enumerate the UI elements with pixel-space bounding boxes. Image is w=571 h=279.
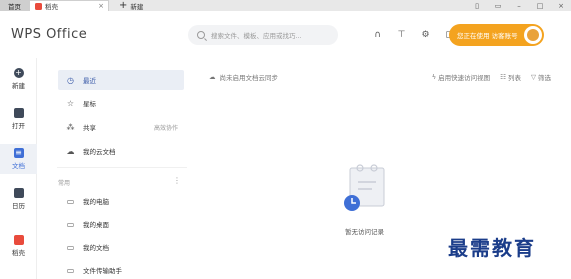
list-icon: ☷ xyxy=(500,73,506,81)
sidebar-item-cloud[interactable]: ☁ 我的云文档 xyxy=(58,141,184,161)
tab-home-label: 首页 xyxy=(8,2,21,11)
avatar xyxy=(524,26,542,44)
watermark-text: 最需教育 xyxy=(448,236,536,260)
rail-item-new[interactable]: + 新建 xyxy=(0,68,37,92)
rail-label: 稻壳 xyxy=(12,249,25,257)
cloud-sync-icon: ☁ xyxy=(209,73,216,81)
layout-icon[interactable]: ▯ xyxy=(473,2,481,10)
tab-docer-label: 稻壳 xyxy=(45,3,58,11)
rail-item-open[interactable]: 打开 xyxy=(0,108,37,132)
shirt-icon[interactable]: ⊤ xyxy=(396,30,407,40)
filter-button[interactable]: ▽ 筛选 xyxy=(531,72,551,82)
sidebar-item-label: 最近 xyxy=(83,77,96,85)
empty-state-text: 暂无访问记录 xyxy=(345,228,384,236)
docer-icon xyxy=(13,235,24,245)
cloud-icon: ☁ xyxy=(66,146,75,156)
gear-icon[interactable]: ⚙ xyxy=(420,30,431,40)
quick-access-label: 启用快速访问视图 xyxy=(438,74,491,82)
tab-bar: 首页 稻壳 × + 新建 ▯ ▭ – □ × xyxy=(0,0,571,11)
docer-logo-icon xyxy=(35,2,42,10)
search-placeholder: 搜索文件、模板、应用或找巧... xyxy=(211,32,302,40)
new-tab-label: 新建 xyxy=(130,2,144,11)
new-tab-button[interactable]: + 新建 xyxy=(109,0,143,11)
sidebar-item-transfer[interactable]: ▭ 文件传输助手 xyxy=(58,260,184,279)
rail-label: 文档 xyxy=(12,162,25,170)
close-tab-icon[interactable]: × xyxy=(98,2,104,10)
folder-icon xyxy=(13,108,24,118)
sidebar-item-label: 我的桌面 xyxy=(83,221,109,229)
filter-label: 筛选 xyxy=(538,74,551,82)
calendar-icon xyxy=(13,188,24,198)
tab-docer[interactable]: 稻壳 × xyxy=(29,0,109,11)
list-view-button[interactable]: ☷ 列表 xyxy=(500,72,521,82)
search-icon xyxy=(197,31,205,39)
sidebar-item-label: 星标 xyxy=(83,100,96,108)
filter-icon: ▽ xyxy=(531,73,536,81)
minimize-button[interactable]: – xyxy=(515,2,523,10)
view-controls: ϟ 启用快速访问视图 ☷ 列表 ▽ 筛选 xyxy=(432,72,551,82)
sidebar-item-my-documents[interactable]: ▭ 我的文档 xyxy=(58,237,184,257)
rail-label: 日历 xyxy=(12,202,25,210)
sidebar-item-recent[interactable]: ◷ 最近 xyxy=(58,70,184,90)
list-label: 列表 xyxy=(508,74,521,82)
share-extra-label: 高效协作 xyxy=(153,124,178,132)
folder-doc-icon: ▭ xyxy=(66,242,75,252)
header: WPS Office 搜索文件、模板、应用或找巧... ∩ ⊤ ⚙ ▢ 您正在使… xyxy=(0,11,571,58)
close-window-button[interactable]: × xyxy=(557,2,565,10)
desktop-icon: ▭ xyxy=(66,219,75,229)
sidebar-divider xyxy=(57,167,187,168)
headset-icon[interactable]: ∩ xyxy=(372,30,383,40)
cloud-sync-note[interactable]: ☁ 尚未启用文档云同步 xyxy=(209,72,278,82)
sidebar-item-label: 我的云文档 xyxy=(83,148,116,156)
sidebar-item-label: 文件传输助手 xyxy=(83,267,122,275)
clock-icon: ◷ xyxy=(67,75,74,85)
left-rail: + 新建 打开 ≡ 文档 日历 稻壳 xyxy=(0,58,37,279)
rail-item-docer[interactable]: 稻壳 xyxy=(0,235,37,259)
rail-label: 新建 xyxy=(12,82,25,90)
app-brand: WPS Office xyxy=(11,27,88,42)
cloud-sync-label: 尚未启用文档云同步 xyxy=(219,74,279,82)
sidebar-item-label: 我的文档 xyxy=(83,244,109,252)
account-label: 您正在使用 访客账号 xyxy=(457,32,518,40)
sidebar-item-share[interactable]: ⁂ 共享 高效协作 xyxy=(58,117,184,137)
plus-icon: + xyxy=(13,68,24,78)
header-icons: ∩ ⊤ ⚙ ▢ xyxy=(372,30,455,40)
more-icon[interactable]: ⋮ xyxy=(173,176,181,185)
sidebar-item-my-computer[interactable]: ▭ 我的电脑 xyxy=(58,191,184,211)
share-icon: ⁂ xyxy=(66,122,75,132)
sidebar-item-star[interactable]: ☆ 星标 xyxy=(58,93,184,113)
transfer-icon: ▭ xyxy=(66,265,75,275)
empty-state-illustration xyxy=(344,164,385,211)
rail-item-documents[interactable]: ≡ 文档 xyxy=(0,144,37,174)
tab-home[interactable]: 首页 xyxy=(0,0,29,11)
skin-icon[interactable]: ▭ xyxy=(494,2,502,10)
rail-label: 打开 xyxy=(12,122,25,130)
sidebar-item-my-desktop[interactable]: ▭ 我的桌面 xyxy=(58,214,184,234)
sidebar-item-label: 共享 xyxy=(83,124,96,132)
lightning-icon: ϟ xyxy=(431,73,437,81)
window-controls: ▯ ▭ – □ × xyxy=(473,0,565,11)
sidebar-item-label: 我的电脑 xyxy=(83,198,109,206)
computer-icon: ▭ xyxy=(66,196,75,206)
search-input[interactable]: 搜索文件、模板、应用或找巧... xyxy=(188,25,338,45)
section-label-common: 常用 xyxy=(58,180,71,187)
main-toolbar: ☁ 尚未启用文档云同步 ϟ 启用快速访问视图 ☷ 列表 ▽ 筛选 xyxy=(200,72,571,86)
account-button[interactable]: 您正在使用 访客账号 xyxy=(449,24,544,46)
maximize-button[interactable]: □ xyxy=(536,2,544,10)
star-icon: ☆ xyxy=(66,98,75,108)
plus-icon: + xyxy=(119,0,128,11)
rail-item-calendar[interactable]: 日历 xyxy=(0,188,37,212)
quick-access-button[interactable]: ϟ 启用快速访问视图 xyxy=(432,72,490,82)
document-icon: ≡ xyxy=(13,148,24,158)
